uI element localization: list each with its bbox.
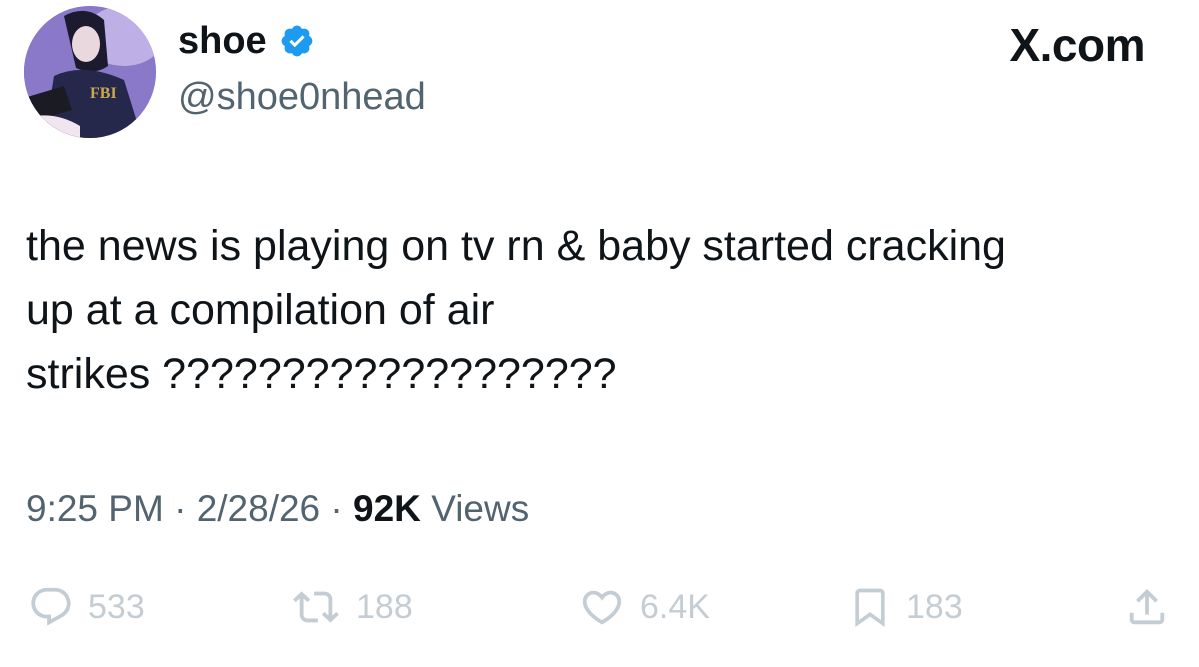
tweet-time[interactable]: 9:25 PM [26, 488, 164, 529]
verified-badge-icon[interactable] [279, 23, 315, 59]
author-display-name[interactable]: shoe [178, 18, 315, 64]
bookmark-button[interactable]: 183 [848, 580, 963, 634]
reply-icon [31, 587, 71, 626]
like-button[interactable]: 6.4K [578, 580, 710, 634]
svg-text:FBI: FBI [90, 85, 117, 102]
repost-count: 188 [356, 588, 413, 626]
avatar[interactable]: FBI [24, 6, 156, 138]
views-count: 92K [353, 488, 421, 529]
tweet-date[interactable]: 2/28/26 [197, 488, 320, 529]
author-name-text[interactable]: shoe [178, 18, 267, 64]
site-label: X.com [1009, 19, 1145, 71]
like-count: 6.4K [640, 588, 710, 626]
share-button[interactable] [1124, 580, 1184, 634]
heart-icon [582, 590, 622, 625]
meta-separator: · [330, 488, 343, 529]
author-handle[interactable]: @shoe0nhead [178, 74, 426, 120]
avatar-image: FBI [24, 6, 156, 138]
share-icon [1129, 588, 1165, 625]
tweet-meta: 9:25 PM · 2/28/26 · 92K Views [26, 486, 529, 532]
repost-button[interactable]: 188 [290, 580, 413, 634]
bookmark-count: 183 [906, 588, 963, 626]
tweet-text: the news is playing on tv rn & baby star… [26, 222, 1006, 398]
views-label: Views [431, 488, 530, 529]
bookmark-icon [855, 588, 885, 628]
reply-count: 533 [88, 588, 145, 626]
reply-button[interactable]: 533 [28, 580, 145, 634]
meta-separator: · [174, 488, 187, 529]
repost-icon [293, 591, 339, 623]
action-bar: 533 188 6.4K 183 [0, 580, 1199, 634]
